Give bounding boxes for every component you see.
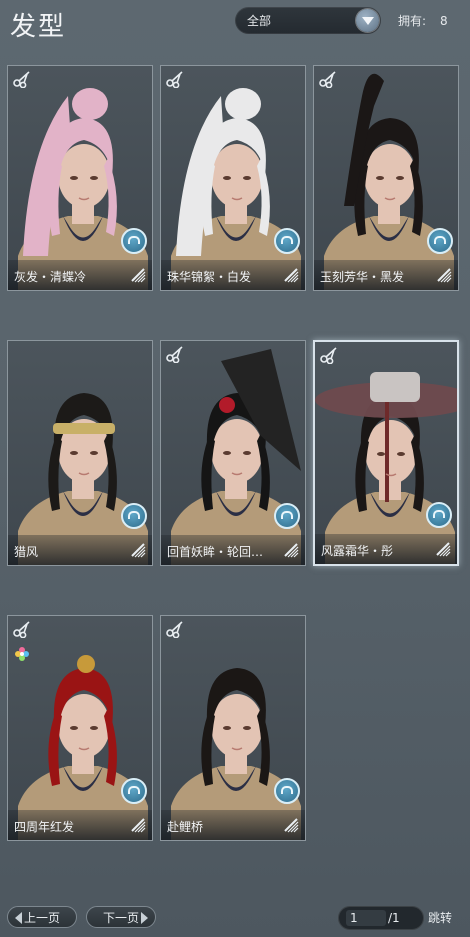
comb-icon — [426, 502, 452, 528]
hairstyle-caption: 猎风 — [8, 535, 152, 565]
hairstyle-caption: 玉刻芳华・黑发 — [314, 260, 458, 290]
hairstyle-card[interactable]: 风露霜华・彤 — [313, 340, 459, 566]
hairstyle-card[interactable]: 珠华锦絮・白发 — [160, 65, 306, 291]
comb-icon — [274, 503, 300, 529]
hairstyle-card[interactable]: 四周年红发 — [7, 615, 153, 841]
scissors-icon — [166, 70, 184, 89]
hairstyle-card[interactable]: 回首妖眸・轮回… — [160, 340, 306, 566]
hair-tool-icon — [435, 266, 453, 284]
hairstyle-caption: 珠华锦絮・白发 — [161, 260, 305, 290]
owned-counter: 拥有: 8 — [398, 12, 448, 29]
next-page-label: 下一页 — [102, 911, 139, 925]
page-input-group: 1 /1 — [338, 906, 424, 930]
comb-icon — [121, 778, 147, 804]
total-pages: /1 — [388, 911, 400, 925]
comb-icon — [121, 228, 147, 254]
hair-tool-icon — [129, 541, 147, 559]
hairstyle-card[interactable]: 玉刻芳华・黑发 — [313, 65, 459, 291]
hairstyle-name: 四周年红发 — [14, 820, 75, 834]
jump-button[interactable]: 跳转 — [428, 909, 452, 926]
chevron-right-icon — [141, 912, 148, 924]
chevron-left-icon — [15, 912, 22, 924]
hairstyle-name: 珠华锦絮・白发 — [167, 270, 252, 284]
hairstyle-caption: 回首妖眸・轮回… — [161, 535, 305, 565]
hair-tool-icon — [434, 540, 452, 558]
scissors-icon — [319, 70, 337, 89]
comb-icon — [274, 778, 300, 804]
owned-count: 8 — [440, 14, 448, 28]
hairstyle-caption: 风露霜华・彤 — [315, 534, 457, 564]
hair-tool-icon — [282, 816, 300, 834]
hairstyle-caption: 赴鲤桥 — [161, 810, 305, 840]
comb-icon — [274, 228, 300, 254]
page-number-input[interactable]: 1 — [346, 910, 386, 926]
scissors-icon — [13, 620, 31, 639]
hairstyle-caption: 四周年红发 — [8, 810, 152, 840]
comb-icon — [121, 503, 147, 529]
hairstyle-portrait — [18, 88, 148, 290]
hairstyle-portrait — [315, 372, 457, 564]
hairstyle-card[interactable]: 猎风 — [7, 340, 153, 566]
hairstyle-portrait — [324, 73, 454, 290]
prev-page-button[interactable]: 上一页 — [7, 906, 77, 928]
hairstyle-name: 灰发・清蝶冷 — [14, 270, 87, 284]
hairstyle-portrait — [171, 668, 301, 840]
filter-dropdown[interactable]: 全部 — [235, 7, 381, 34]
next-page-button[interactable]: 下一页 — [86, 906, 156, 928]
filter-value: 全部 — [247, 14, 272, 28]
hairstyle-portrait — [18, 393, 148, 565]
hair-tool-icon — [129, 816, 147, 834]
hair-tool-icon — [282, 541, 300, 559]
scissors-icon — [13, 70, 31, 89]
hair-tool-icon — [129, 266, 147, 284]
hairstyle-name: 赴鲤桥 — [167, 820, 204, 834]
hairstyle-name: 风露霜华・彤 — [321, 544, 394, 558]
scissors-icon — [166, 345, 184, 364]
prev-page-label: 上一页 — [23, 911, 60, 925]
chevron-down-icon[interactable] — [356, 9, 379, 32]
pinwheel-icon — [14, 646, 30, 662]
hairstyle-portrait — [171, 349, 301, 565]
comb-icon — [427, 228, 453, 254]
hairstyle-name: 猎风 — [14, 545, 39, 559]
hairstyle-card[interactable]: 灰发・清蝶冷 — [7, 65, 153, 291]
hairstyle-caption: 灰发・清蝶冷 — [8, 260, 152, 290]
empty-slot — [313, 615, 459, 841]
hairstyle-portrait — [171, 88, 301, 290]
hairstyle-card[interactable]: 赴鲤桥 — [160, 615, 306, 841]
hairstyle-name: 回首妖眸・轮回… — [167, 545, 264, 559]
page-title: 发型 — [10, 12, 67, 42]
hairstyle-name: 玉刻芳华・黑发 — [320, 270, 405, 284]
hair-tool-icon — [282, 266, 300, 284]
scissors-icon — [166, 620, 184, 639]
owned-label: 拥有: — [398, 14, 427, 28]
scissors-icon — [320, 346, 338, 365]
